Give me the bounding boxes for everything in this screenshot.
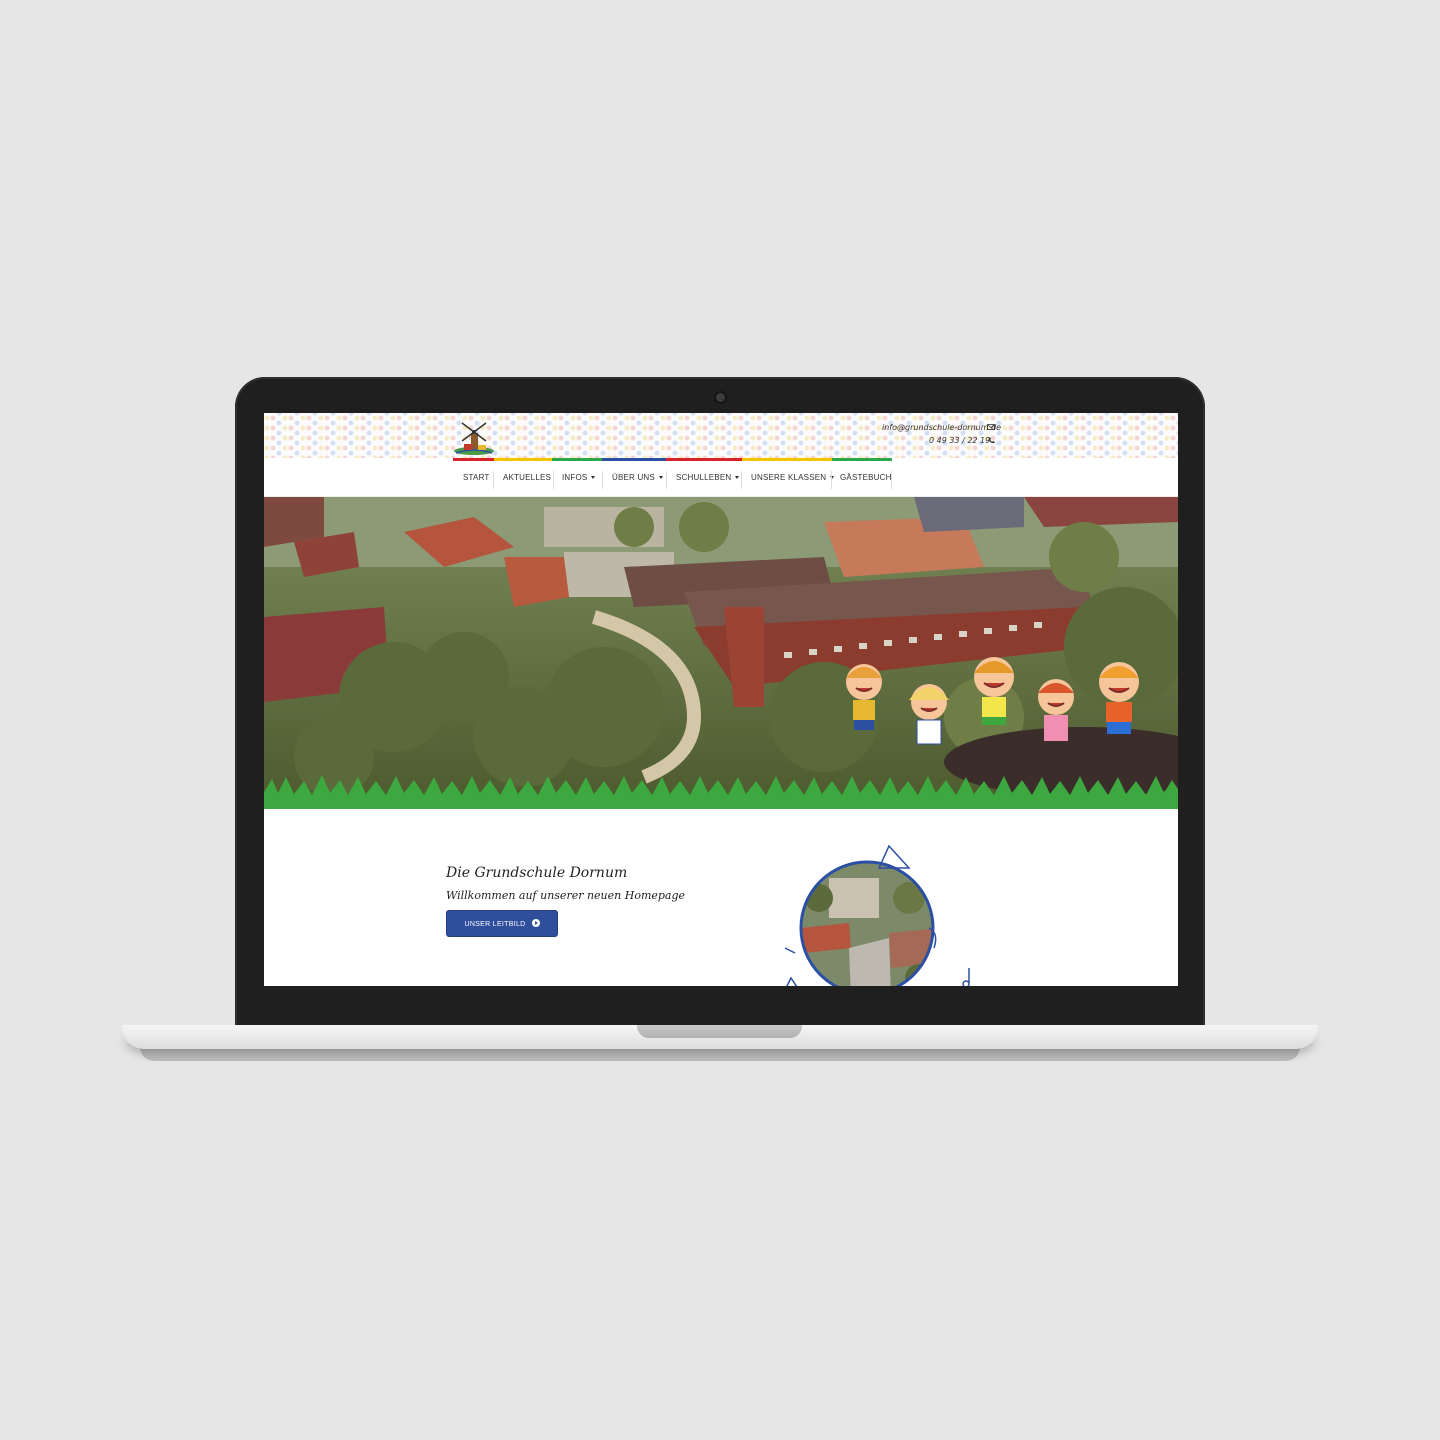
nav-divider: [493, 471, 494, 489]
main-navigation: START AKTUELLES INFOS ÜBER UNS SCHULLEBE…: [264, 461, 1178, 497]
page-subtitle: Willkommen auf unserer neuen Homepage: [446, 889, 686, 902]
caret-down-icon: [591, 476, 596, 480]
phone-icon: [988, 437, 995, 444]
envelope-icon: [987, 424, 995, 430]
nav-item-unsere-klassen[interactable]: UNSERE KLASSEN: [751, 461, 835, 496]
windmill-logo-icon[interactable]: [452, 417, 496, 457]
nav-divider: [602, 471, 603, 489]
nav-item-ueber-uns[interactable]: ÜBER UNS: [612, 461, 663, 496]
contact-phone[interactable]: 0 49 33 / 22 19: [929, 436, 990, 445]
nav-divider: [741, 471, 742, 489]
contact-email[interactable]: info@grundschule-dornum.de: [882, 423, 1001, 432]
nav-divider: [831, 471, 832, 489]
nav-item-schulleben[interactable]: SCHULLEBEN: [676, 461, 740, 496]
laptop-notch: [637, 1025, 802, 1038]
laptop-shadow: [140, 1047, 1300, 1061]
nav-divider: [666, 471, 667, 489]
nav-item-start[interactable]: START: [463, 461, 489, 496]
nav-item-aktuelles[interactable]: AKTUELLES: [503, 461, 551, 496]
hero-aerial-photo: [264, 497, 1178, 809]
website-screen: info@grundschule-dornum.de 0 49 33 / 22 …: [264, 413, 1178, 986]
chevron-right-circle-icon: [531, 919, 540, 928]
leitbild-button[interactable]: UNSER LEITBILD: [446, 910, 558, 937]
webcam-icon: [716, 393, 725, 402]
caret-down-icon: [735, 476, 740, 480]
header-bar: [264, 413, 1178, 458]
page-title: Die Grundschule Dornum: [446, 865, 628, 881]
nav-divider: [891, 471, 892, 489]
nav-item-infos[interactable]: INFOS: [562, 461, 596, 496]
caret-down-icon: [658, 476, 663, 480]
nav-divider: [553, 471, 554, 489]
hero-illustration: [264, 497, 1178, 809]
nav-item-gaestebuch[interactable]: GÄSTEBUCH: [840, 461, 892, 496]
school-aerial-circle-image: [784, 844, 970, 986]
